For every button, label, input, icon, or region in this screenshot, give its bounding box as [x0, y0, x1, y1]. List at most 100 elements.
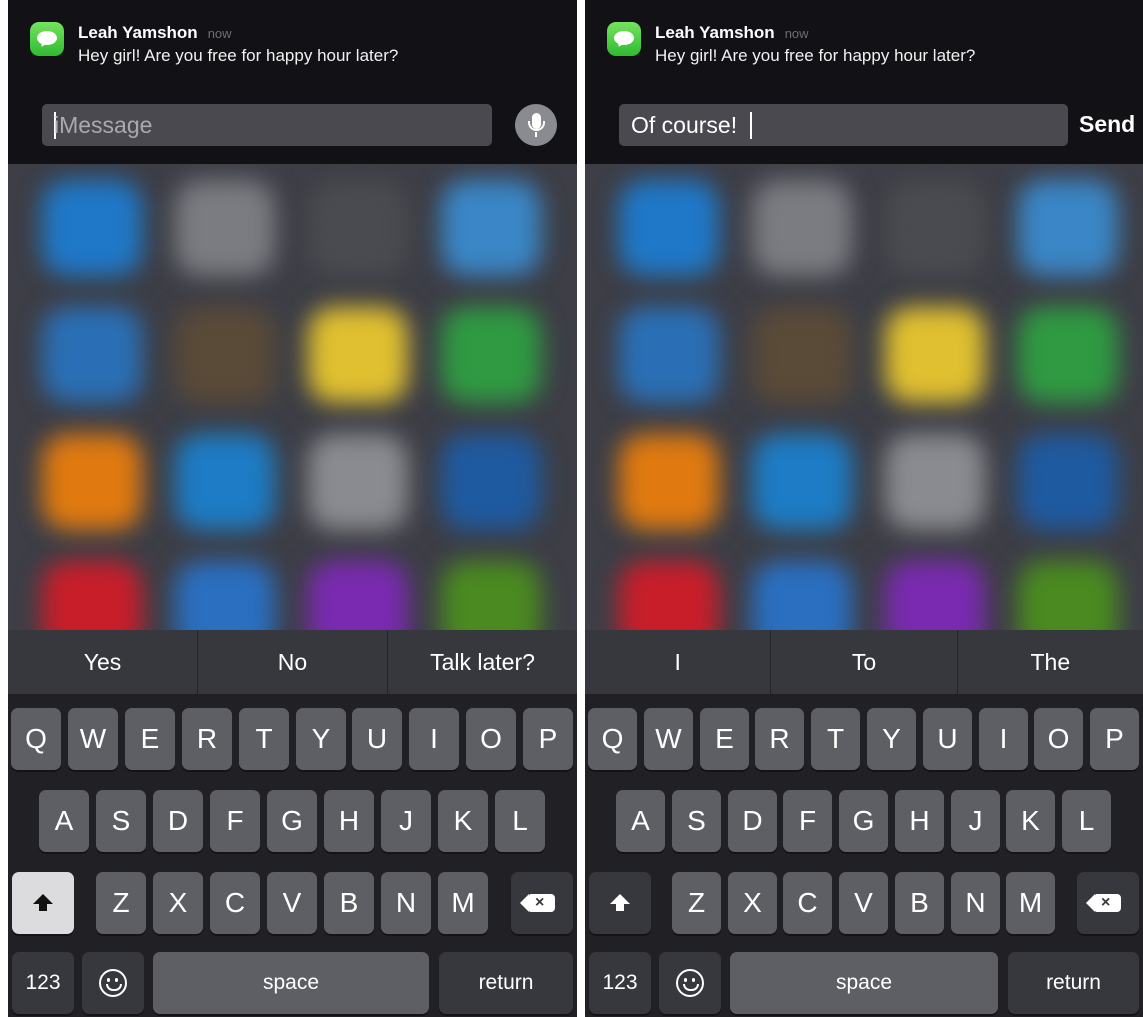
- return-key[interactable]: return: [1008, 952, 1139, 1014]
- keyboard: Q W E R T Y U I O P A S D F G H J K L Z X C V B N M × 123 space retur…: [585, 694, 1143, 1017]
- prediction-suggestion[interactable]: No: [197, 630, 387, 694]
- key-w[interactable]: W: [68, 708, 118, 770]
- key-e[interactable]: E: [700, 708, 749, 770]
- numbers-key[interactable]: 123: [589, 952, 651, 1014]
- blurred-app-icon: [42, 434, 142, 530]
- key-s[interactable]: S: [672, 790, 721, 852]
- key-c[interactable]: C: [210, 872, 260, 934]
- key-a[interactable]: A: [39, 790, 89, 852]
- send-button[interactable]: Send: [1079, 111, 1135, 138]
- prediction-suggestion[interactable]: The: [956, 630, 1143, 694]
- prediction-suggestion[interactable]: To: [770, 630, 956, 694]
- space-key[interactable]: space: [153, 952, 429, 1014]
- delete-icon: ×: [520, 894, 555, 912]
- key-q[interactable]: Q: [11, 708, 61, 770]
- reply-input[interactable]: iMessage: [42, 104, 492, 146]
- key-k[interactable]: K: [1006, 790, 1055, 852]
- key-l[interactable]: L: [1062, 790, 1111, 852]
- emoji-icon: [99, 969, 127, 997]
- blurred-app-icon: [441, 307, 541, 403]
- delete-key[interactable]: ×: [511, 872, 573, 934]
- notification-time: now: [207, 26, 232, 41]
- key-l[interactable]: L: [495, 790, 545, 852]
- messages-icon: [30, 22, 64, 56]
- key-x[interactable]: X: [728, 872, 777, 934]
- delete-icon: ×: [1086, 894, 1121, 912]
- blurred-app-icon: [308, 180, 408, 276]
- key-y[interactable]: Y: [296, 708, 346, 770]
- key-o[interactable]: O: [1034, 708, 1083, 770]
- key-n[interactable]: N: [951, 872, 1000, 934]
- key-z[interactable]: Z: [96, 872, 146, 934]
- notification-time: now: [784, 26, 809, 41]
- emoji-key[interactable]: [82, 952, 144, 1014]
- key-z[interactable]: Z: [672, 872, 721, 934]
- key-s[interactable]: S: [96, 790, 146, 852]
- key-o[interactable]: O: [466, 708, 516, 770]
- key-i[interactable]: I: [979, 708, 1028, 770]
- key-m[interactable]: M: [1006, 872, 1055, 934]
- key-t[interactable]: T: [811, 708, 860, 770]
- blurred-app-icon: [308, 434, 408, 530]
- key-g[interactable]: G: [267, 790, 317, 852]
- return-key[interactable]: return: [439, 952, 573, 1014]
- key-e[interactable]: E: [125, 708, 175, 770]
- microphone-icon[interactable]: [515, 104, 557, 146]
- key-n[interactable]: N: [381, 872, 431, 934]
- key-j[interactable]: J: [381, 790, 431, 852]
- emoji-key[interactable]: [659, 952, 721, 1014]
- key-f[interactable]: F: [210, 790, 260, 852]
- key-y[interactable]: Y: [867, 708, 916, 770]
- notification-message: Hey girl! Are you free for happy hour la…: [655, 46, 976, 65]
- blurred-app-icon: [308, 307, 408, 403]
- prediction-suggestion[interactable]: I: [585, 630, 770, 694]
- key-k[interactable]: K: [438, 790, 488, 852]
- blurred-app-icon: [441, 434, 541, 530]
- key-u[interactable]: U: [923, 708, 972, 770]
- delete-key[interactable]: ×: [1077, 872, 1139, 934]
- key-g[interactable]: G: [839, 790, 888, 852]
- key-p[interactable]: P: [523, 708, 573, 770]
- key-w[interactable]: W: [644, 708, 693, 770]
- key-d[interactable]: D: [153, 790, 203, 852]
- key-r[interactable]: R: [182, 708, 232, 770]
- blurred-app-icon: [885, 307, 985, 403]
- phone-panel-right: Leah Yamshon now Hey girl! Are you free f…: [585, 0, 1143, 1017]
- key-u[interactable]: U: [352, 708, 402, 770]
- phone-panel-left: Leah Yamshon now Hey girl! Are you free f…: [8, 0, 577, 1017]
- key-r[interactable]: R: [755, 708, 804, 770]
- key-d[interactable]: D: [728, 790, 777, 852]
- key-f[interactable]: F: [783, 790, 832, 852]
- key-b[interactable]: B: [324, 872, 374, 934]
- blurred-app-icon: [42, 180, 142, 276]
- key-i[interactable]: I: [409, 708, 459, 770]
- blurred-app-icon: [175, 434, 275, 530]
- blurred-app-icon: [175, 180, 275, 276]
- key-c[interactable]: C: [783, 872, 832, 934]
- blurred-app-icon: [752, 434, 852, 530]
- key-h[interactable]: H: [324, 790, 374, 852]
- key-v[interactable]: V: [267, 872, 317, 934]
- key-p[interactable]: P: [1090, 708, 1139, 770]
- blurred-app-icon: [1018, 307, 1118, 403]
- key-v[interactable]: V: [839, 872, 888, 934]
- prediction-suggestion[interactable]: Yes: [8, 630, 197, 694]
- prediction-suggestion[interactable]: Talk later?: [387, 630, 577, 694]
- shift-key[interactable]: [12, 872, 74, 934]
- key-m[interactable]: M: [438, 872, 488, 934]
- key-a[interactable]: A: [616, 790, 665, 852]
- notification-sender: Leah Yamshon now: [655, 23, 809, 42]
- key-x[interactable]: X: [153, 872, 203, 934]
- key-j[interactable]: J: [951, 790, 1000, 852]
- blurred-app-icon: [1018, 180, 1118, 276]
- reply-input[interactable]: Of course!: [619, 104, 1068, 146]
- key-q[interactable]: Q: [588, 708, 637, 770]
- key-b[interactable]: B: [895, 872, 944, 934]
- key-t[interactable]: T: [239, 708, 289, 770]
- numbers-key[interactable]: 123: [12, 952, 74, 1014]
- shift-key[interactable]: [589, 872, 651, 934]
- prediction-bar: Yes No Talk later?: [8, 630, 577, 694]
- space-key[interactable]: space: [730, 952, 998, 1014]
- notification-sender: Leah Yamshon now: [78, 23, 232, 42]
- key-h[interactable]: H: [895, 790, 944, 852]
